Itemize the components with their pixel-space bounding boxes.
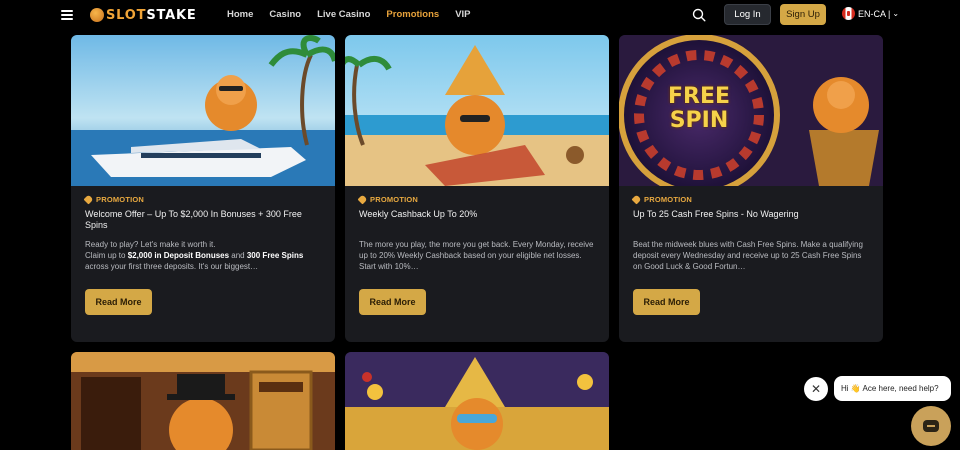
promo-description: The more you play, the more you get back… bbox=[359, 240, 594, 271]
nav-casino[interactable]: Casino bbox=[269, 9, 301, 20]
promo-card: FREE SPIN PROMOTION Up To 25 Cash Free S… bbox=[619, 35, 883, 342]
free-spin-image-text: FREE SPIN bbox=[667, 84, 731, 133]
logo-text-part1: SLOT bbox=[106, 7, 147, 23]
promotion-tag-label: PROMOTION bbox=[96, 195, 145, 204]
logo-coin-icon bbox=[90, 8, 104, 22]
tag-icon bbox=[83, 194, 94, 205]
site-header: SLOTSTAKE Home Casino Live Casino Promot… bbox=[0, 0, 960, 30]
promo-title: Up To 25 Cash Free Spins - No Wagering bbox=[633, 209, 799, 219]
chat-icon bbox=[923, 420, 939, 432]
promo-card: PROMOTION Welcome Offer – Up To $2,000 I… bbox=[71, 35, 335, 342]
promo-card: PROMOTION Weekly Cashback Up To 20% The … bbox=[345, 35, 609, 342]
main-nav: Home Casino Live Casino Promotions VIP bbox=[227, 9, 487, 20]
close-icon: ✕ bbox=[810, 382, 822, 396]
read-more-button[interactable]: Read More bbox=[85, 289, 152, 315]
promo-image-beach[interactable] bbox=[345, 35, 609, 186]
search-icon[interactable] bbox=[692, 8, 706, 22]
promo-description-text: Claim up to bbox=[85, 251, 128, 260]
login-button[interactable]: Log In bbox=[724, 4, 771, 25]
nav-home[interactable]: Home bbox=[227, 9, 253, 20]
nav-vip[interactable]: VIP bbox=[455, 9, 470, 20]
promo-description-text: and bbox=[229, 251, 247, 260]
promo-image-free-spin[interactable]: FREE SPIN bbox=[619, 35, 883, 186]
promo-title: Weekly Cashback Up To 20% bbox=[359, 209, 478, 219]
promotion-tag-label: PROMOTION bbox=[370, 195, 419, 204]
hamburger-menu-icon[interactable] bbox=[61, 10, 73, 20]
read-more-button[interactable]: Read More bbox=[633, 289, 700, 315]
promo-card bbox=[71, 352, 335, 450]
locale-selector[interactable]: EN-CA | ⌄ bbox=[842, 7, 899, 20]
promo-description: Ready to play? Let's make it worth it. C… bbox=[85, 239, 321, 273]
promo-description: Beat the midweek blues with Cash Free Sp… bbox=[633, 240, 863, 271]
chat-launcher-button[interactable] bbox=[911, 406, 951, 446]
promo-image-gold-coins[interactable] bbox=[345, 352, 609, 450]
promo-description-bold: 300 Free Spins bbox=[246, 251, 304, 260]
promo-title: Welcome Offer – Up To $2,000 In Bonuses … bbox=[85, 209, 302, 230]
promotion-tag: PROMOTION bbox=[83, 194, 321, 205]
tag-icon bbox=[631, 194, 642, 205]
nav-promotions[interactable]: Promotions bbox=[386, 9, 439, 20]
promo-description-line1: Ready to play? Let's make it worth it. bbox=[85, 240, 216, 249]
signup-button[interactable]: Sign Up bbox=[780, 4, 826, 25]
chat-close-button[interactable]: ✕ bbox=[804, 377, 828, 401]
read-more-button[interactable]: Read More bbox=[359, 289, 426, 315]
promo-description-bold: $2,000 in Deposit Bonuses bbox=[127, 251, 230, 260]
logo[interactable]: SLOTSTAKE bbox=[90, 7, 197, 23]
promo-image-casino-atm[interactable] bbox=[71, 352, 335, 450]
tag-icon bbox=[357, 194, 368, 205]
promotion-tag: PROMOTION bbox=[631, 194, 869, 205]
logo-text-part2: STAKE bbox=[146, 7, 197, 23]
chat-greeting-bubble[interactable]: Hi 👋 Ace here, need help? bbox=[834, 376, 951, 401]
promotion-tag-label: PROMOTION bbox=[644, 195, 693, 204]
nav-live-casino[interactable]: Live Casino bbox=[317, 9, 370, 20]
locale-label: EN-CA | bbox=[858, 8, 891, 19]
chevron-down-icon: ⌄ bbox=[892, 9, 900, 18]
promo-description-text: across your first three deposits. It's o… bbox=[85, 262, 259, 271]
promo-image-yacht[interactable] bbox=[71, 35, 335, 186]
promo-card bbox=[345, 352, 609, 450]
canada-flag-icon bbox=[842, 7, 855, 20]
promotion-tag: PROMOTION bbox=[357, 194, 595, 205]
